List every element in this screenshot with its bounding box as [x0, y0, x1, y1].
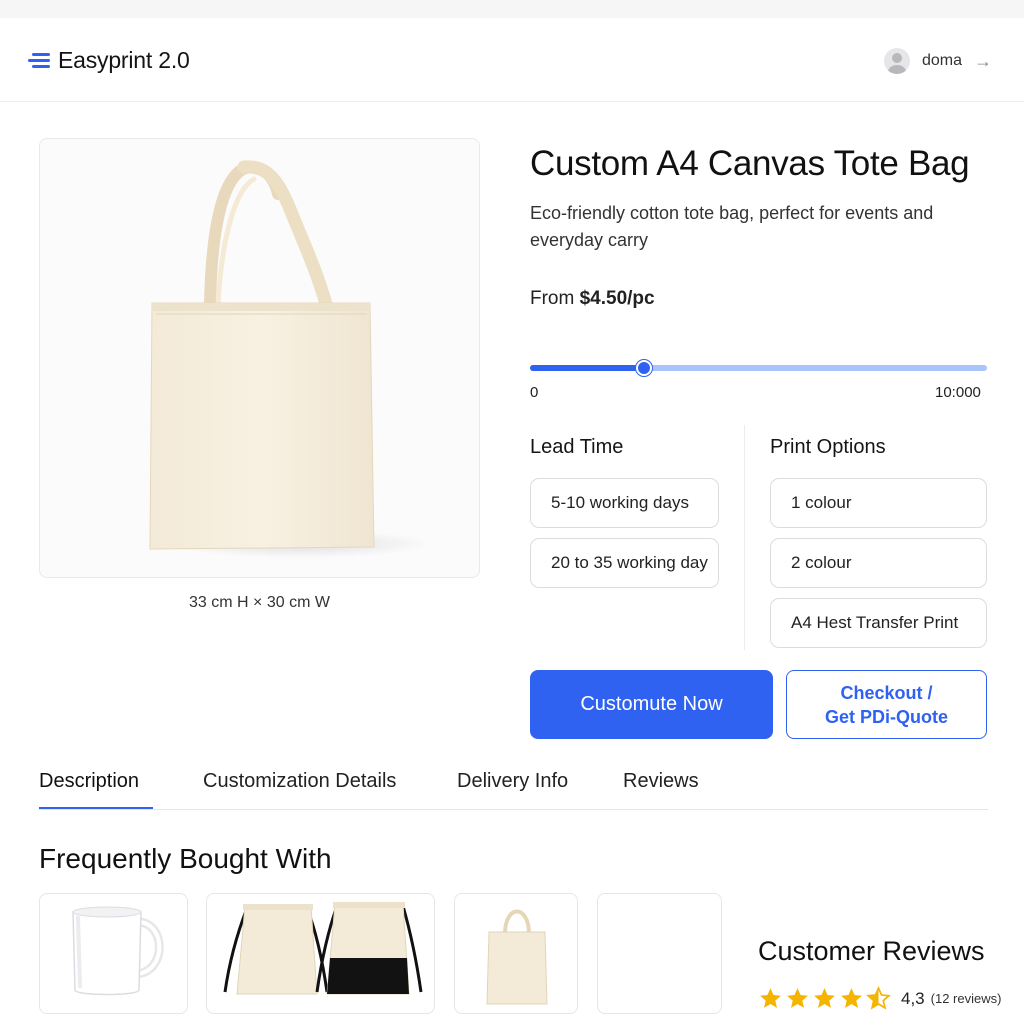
product-image — [39, 138, 480, 578]
star-icon — [787, 988, 808, 1008]
customer-reviews-title: Customer Reviews — [758, 936, 985, 966]
rating-summary: 4,3 (12 reviews) — [758, 986, 1001, 1011]
rating-stars — [758, 986, 891, 1011]
top-strip — [0, 0, 1024, 18]
lead-time-label: Lead Time — [530, 436, 624, 458]
product-tabs: Description Customization Details Delive… — [39, 760, 988, 810]
logo-icon — [28, 51, 52, 69]
lead-time-option-extended[interactable]: 20 to 35 working day — [530, 538, 719, 588]
related-item-mug[interactable] — [39, 893, 188, 1014]
print-option-1-colour[interactable]: 1 colour — [770, 478, 987, 528]
frequently-bought-title: Frequently Bought With — [39, 843, 332, 874]
product-title: Custom A4 Canvas Tote Bag — [530, 144, 970, 183]
checkout-label-line1: Checkout / — [840, 682, 933, 703]
user-menu[interactable]: doma → — [883, 48, 992, 74]
app-name: Easyprint 2.0 — [58, 46, 190, 73]
print-option-2-colour[interactable]: 2 colour — [770, 538, 987, 588]
arrow-right-icon[interactable]: → — [974, 51, 992, 72]
related-item-drawstring-bags[interactable] — [206, 893, 435, 1014]
slider-max-label: 10:000 — [935, 384, 981, 401]
user-name: doma — [921, 52, 962, 69]
tab-customization-details[interactable]: Customization Details — [203, 770, 396, 793]
price-line: From $4.50/pc — [530, 288, 655, 310]
quantity-slider[interactable] — [530, 359, 987, 379]
price-value: $4.50/pc — [579, 288, 655, 309]
slider-fill — [530, 365, 644, 371]
app-header: Easyprint 2.0 doma → — [0, 18, 1024, 102]
lead-time-option-standard[interactable]: 5-10 working days — [530, 478, 719, 528]
customize-now-button[interactable]: Customute Now — [530, 670, 773, 739]
star-icon — [814, 988, 835, 1008]
review-count: (12 reviews) — [930, 991, 1002, 1006]
avatar[interactable] — [883, 48, 910, 74]
product-description: Eco-friendly cotton tote bag, perfect fo… — [530, 203, 934, 250]
slider-thumb[interactable] — [636, 360, 652, 376]
tab-reviews[interactable]: Reviews — [623, 770, 699, 793]
mug-image — [72, 906, 164, 996]
logo[interactable]: Easyprint 2.0 — [28, 46, 190, 74]
print-option-heat-transfer[interactable]: A4 Hest Transfer Print — [770, 598, 987, 648]
related-item-empty[interactable] — [597, 893, 722, 1014]
half-star-icon — [866, 986, 891, 1010]
print-options-label: Print Options — [770, 436, 886, 458]
rating-value: 4,3 — [901, 988, 925, 1008]
tote-bag-illustration — [149, 160, 432, 558]
tote-bag-image — [486, 909, 548, 1005]
price-prefix: From — [530, 288, 575, 309]
options-divider — [744, 425, 745, 650]
product-dimensions: 33 cm H × 30 cm W — [189, 594, 330, 611]
star-icon — [841, 988, 862, 1008]
active-tab-indicator — [39, 807, 153, 809]
star-icon — [760, 988, 781, 1008]
checkout-label-line2: Get PDi-Quote — [824, 706, 948, 727]
drawstring-bags-image — [223, 902, 423, 995]
checkout-quote-button[interactable]: Checkout / Get PDi-Quote — [786, 670, 987, 739]
related-item-tote-bag[interactable] — [454, 893, 578, 1014]
slider-min-label: 0 — [530, 384, 539, 401]
tab-description[interactable]: Description — [39, 770, 139, 793]
tab-delivery-info[interactable]: Delivery Info — [457, 770, 568, 793]
